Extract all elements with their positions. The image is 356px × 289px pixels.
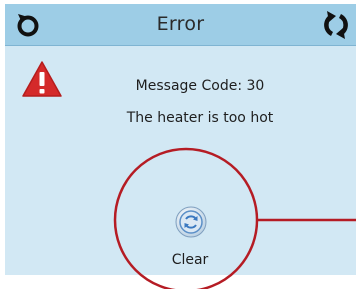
refresh-circle-icon	[175, 206, 207, 238]
page-title: Error	[156, 13, 205, 35]
warning-triangle-icon	[22, 61, 62, 97]
title-bar: Error	[5, 4, 356, 46]
refresh-arrows-icon[interactable]	[318, 11, 354, 39]
clear-label: Clear	[171, 252, 209, 268]
clear-button[interactable]: Clear	[160, 202, 220, 272]
message-code: Message Code: 30	[135, 78, 265, 94]
error-screen: Error Message Code: 30 The heater is too…	[5, 4, 356, 275]
message-description: The heater is too hot	[126, 110, 274, 126]
